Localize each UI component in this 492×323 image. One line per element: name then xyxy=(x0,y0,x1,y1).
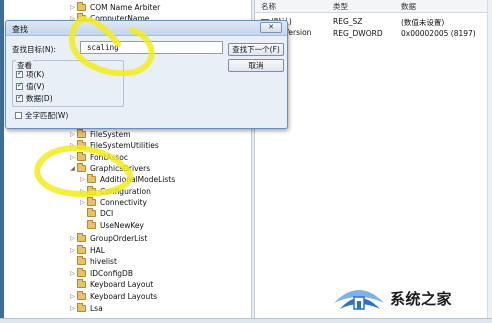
folder-icon xyxy=(77,140,86,149)
find-dialog[interactable]: 查找 ✕ 查找目标(N): scaling 查找下一个(F) 取消 查看 项(K… xyxy=(5,20,288,129)
folder-icon xyxy=(77,268,86,277)
tree-item[interactable]: hivelist xyxy=(68,256,117,267)
values-checkbox[interactable] xyxy=(16,81,23,90)
values-header xyxy=(255,0,487,13)
match-whole-label: 全字匹配(W) xyxy=(25,111,69,120)
tree-item-label: FileSystemUtilities xyxy=(90,141,159,150)
registry-values-pane[interactable]: 名称 类型 数据 (默认) REG_SZ (数值未设置) ntrlVersion… xyxy=(255,0,487,318)
expand-arrow-icon[interactable]: ▷ xyxy=(68,4,77,11)
tree-item-label: Lsa xyxy=(90,304,103,313)
folder-icon xyxy=(77,152,86,161)
tree-item[interactable]: ▷ HAL xyxy=(68,245,105,256)
tree-item-label: IDConfigDB xyxy=(90,269,133,278)
tree-item-label: FileSystem xyxy=(90,130,131,139)
tree-item[interactable]: ▷ FontAssoc xyxy=(68,152,128,163)
tree-item[interactable]: ▷ Keyboard Layouts xyxy=(68,291,157,302)
tree-item[interactable]: ▷ GroupOrderList xyxy=(68,233,147,244)
folder-icon xyxy=(87,208,96,217)
tree-item-label: Keyboard Layout xyxy=(90,280,154,289)
expand-arrow-icon[interactable]: ▷ xyxy=(68,131,77,138)
folder-icon xyxy=(77,291,86,300)
column-header-name[interactable]: 名称 xyxy=(257,0,276,13)
expand-arrow-icon[interactable]: ▷ xyxy=(68,154,77,161)
option-keys[interactable]: 项(K) xyxy=(16,69,45,79)
value-data-cell: (数值未设置) xyxy=(401,18,445,27)
folder-icon xyxy=(87,197,96,206)
keys-checkbox[interactable] xyxy=(16,69,23,78)
option-values[interactable]: 值(V) xyxy=(16,81,45,91)
close-button[interactable]: ✕ xyxy=(260,22,282,33)
tree-item[interactable]: ▷ IDConfigDB xyxy=(68,268,133,279)
expand-arrow-icon[interactable]: ▷ xyxy=(78,188,87,195)
tree-item-label: hivelist xyxy=(90,257,117,266)
tree-item-label: Connectivity xyxy=(100,198,147,207)
expand-arrow-icon[interactable]: ▷ xyxy=(78,199,87,206)
dialog-title: 查找 xyxy=(12,25,28,34)
value-data-cell: 0x00002005 (8197) xyxy=(401,29,476,38)
folder-icon xyxy=(77,233,86,242)
folder-icon xyxy=(77,129,86,138)
tree-item-label: AdditionalModeLists xyxy=(100,175,176,184)
tree-item[interactable]: ▷ Configuration xyxy=(78,186,151,197)
column-header-data[interactable]: 数据 xyxy=(397,0,416,13)
expand-arrow-icon[interactable]: ▷ xyxy=(68,142,77,149)
data-label: 数据(D) xyxy=(26,94,53,103)
tree-item-expanded[interactable]: ◢ GraphicsDrivers xyxy=(68,163,150,174)
tree-item[interactable]: ▷ FileSystem xyxy=(68,129,131,140)
value-type-cell: REG_SZ xyxy=(333,17,363,26)
expand-arrow-icon[interactable]: ▷ xyxy=(68,305,77,312)
dialog-titlebar[interactable]: 查找 ✕ xyxy=(6,21,287,36)
find-target-input[interactable]: scaling xyxy=(80,41,223,54)
find-target-label: 查找目标(N): xyxy=(12,45,56,54)
tree-item[interactable]: ▷ Lsa xyxy=(68,303,103,314)
expand-arrow-icon[interactable]: ▷ xyxy=(68,293,77,300)
folder-icon xyxy=(77,2,86,11)
folder-icon xyxy=(87,174,96,183)
tree-item-label: Configuration xyxy=(100,187,151,196)
expand-arrow-icon[interactable]: ▷ xyxy=(68,270,77,277)
option-data[interactable]: 数据(D) xyxy=(16,93,53,103)
tree-item[interactable]: ▷ AdditionalModeLists xyxy=(78,174,175,185)
watermark-logo-icon xyxy=(334,290,384,310)
values-label: 值(V) xyxy=(26,82,45,91)
tree-item-label: UseNewKey xyxy=(100,221,144,230)
tree-item[interactable]: DCI xyxy=(78,208,113,219)
tree-item-label: Keyboard Layouts xyxy=(90,292,158,301)
tree-item[interactable]: ▷ COM Name Arbiter xyxy=(68,2,160,13)
find-next-button[interactable]: 查找下一个(F) xyxy=(228,43,284,56)
cancel-button[interactable]: 取消 xyxy=(228,59,284,72)
folder-icon xyxy=(77,279,86,288)
watermark-text: 系统之家 xyxy=(390,290,453,308)
value-type-cell: REG_DWORD xyxy=(333,29,383,38)
tree-item[interactable]: Keyboard Layout xyxy=(68,279,153,290)
look-at-group: 查看 项(K) 值(V) 数据(D) xyxy=(12,60,124,107)
folder-icon xyxy=(77,303,86,312)
expand-arrow-icon[interactable]: ▷ xyxy=(68,235,77,242)
tree-item[interactable]: ▷ Connectivity xyxy=(78,197,147,208)
folder-icon xyxy=(77,245,86,254)
collapse-arrow-icon[interactable]: ◢ xyxy=(68,165,77,172)
expand-arrow-icon[interactable]: ▷ xyxy=(68,247,77,254)
folder-icon xyxy=(77,163,86,172)
match-whole-checkbox[interactable] xyxy=(15,112,22,119)
tree-item-label: FontAssoc xyxy=(90,153,128,162)
data-checkbox[interactable] xyxy=(16,93,23,102)
folder-icon xyxy=(77,256,86,265)
option-match-whole[interactable]: 全字匹配(W) xyxy=(15,111,68,120)
folder-icon xyxy=(87,220,96,229)
tree-item-label: DCI xyxy=(100,209,114,218)
tree-item-label: COM Name Arbiter xyxy=(90,3,161,12)
tree-item-label: HAL xyxy=(90,246,105,255)
tree-item-label: GroupOrderList xyxy=(90,234,148,243)
column-header-type[interactable]: 类型 xyxy=(329,0,348,13)
folder-icon xyxy=(87,186,96,195)
expand-arrow-icon[interactable]: ▷ xyxy=(78,176,87,183)
tree-item[interactable]: UseNewKey xyxy=(78,220,144,231)
status-bar xyxy=(0,318,492,323)
tree-item[interactable]: ▷ FileSystemUtilities xyxy=(68,140,159,151)
vertical-scrollbar[interactable] xyxy=(487,0,492,318)
keys-label: 项(K) xyxy=(26,70,45,79)
tree-item-label: GraphicsDrivers xyxy=(90,164,151,173)
